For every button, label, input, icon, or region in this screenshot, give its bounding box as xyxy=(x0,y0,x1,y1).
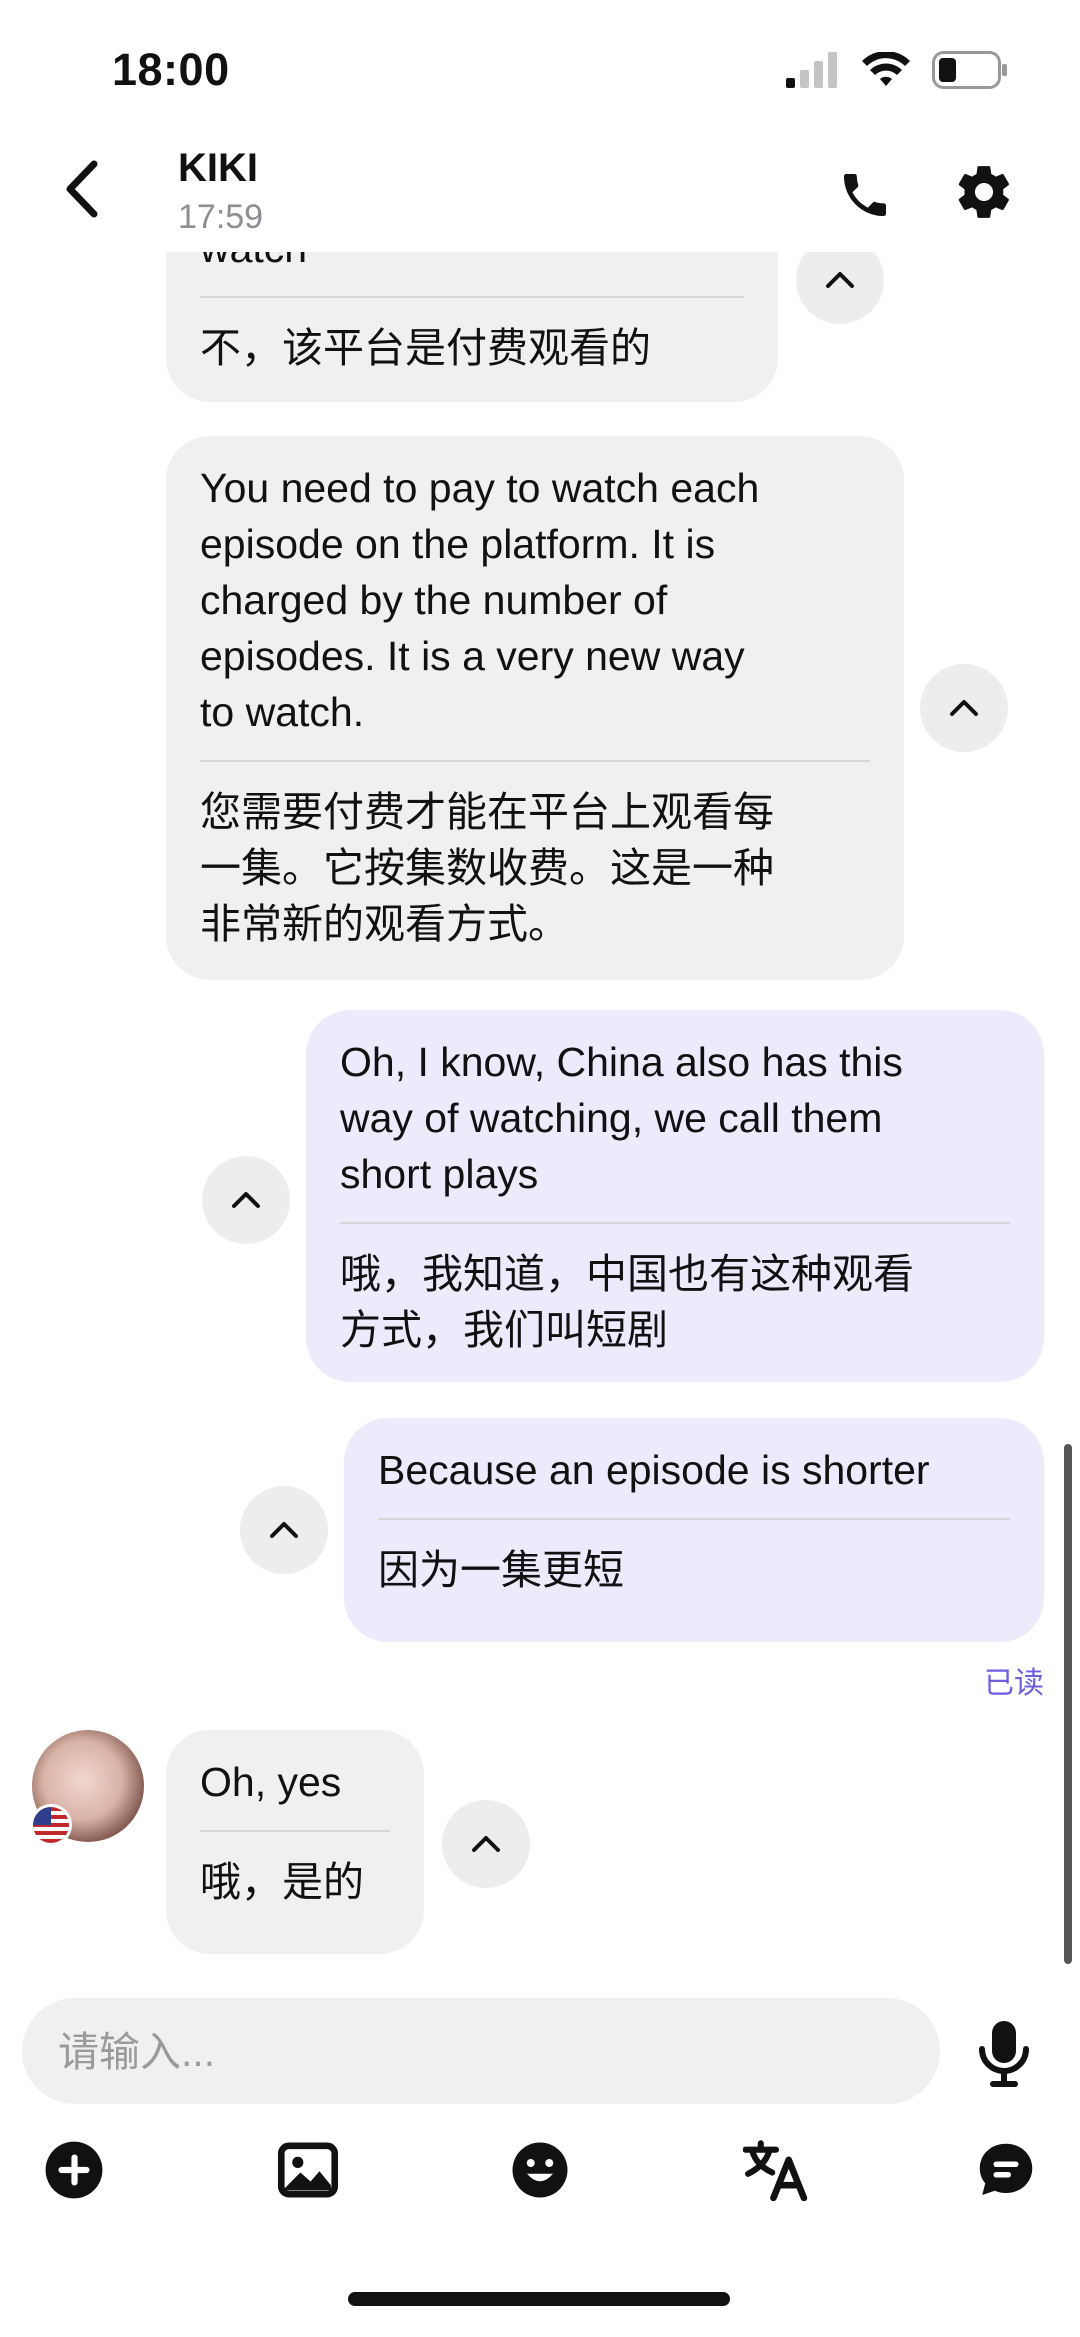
home-indicator[interactable] xyxy=(348,2292,730,2306)
message-bubble-outgoing[interactable]: Oh, I know, China also has this way of w… xyxy=(306,1010,1044,1382)
message-bubble-incoming[interactable]: You need to pay to watch each episode on… xyxy=(166,436,904,980)
emoji-button[interactable] xyxy=(504,2134,576,2206)
chevron-left-icon xyxy=(66,160,98,218)
collapse-translation-button[interactable] xyxy=(920,664,1008,752)
chevron-up-icon xyxy=(950,700,978,716)
message-bubble-incoming[interactable]: Oh, yes 哦，是的 xyxy=(166,1730,424,1954)
collapse-translation-button[interactable] xyxy=(442,1800,530,1888)
image-button[interactable] xyxy=(272,2134,344,2206)
message-original-text: Oh, I know, China also has this way of w… xyxy=(340,1039,903,1197)
chat-icon xyxy=(979,2143,1033,2195)
image-icon xyxy=(277,2142,339,2198)
status-time: 18:00 xyxy=(112,44,230,95)
collapse-translation-button[interactable] xyxy=(240,1486,328,1574)
add-icon xyxy=(45,2141,103,2199)
battery-icon xyxy=(932,51,1007,89)
message-translation-text: 您需要付费才能在平台上观看每 一集。它按集数收费。这是一种 非常新的观看方式。 xyxy=(200,789,774,947)
contact-name[interactable]: KIKI xyxy=(178,146,258,191)
collapse-translation-button[interactable] xyxy=(796,252,884,324)
message-input[interactable] xyxy=(56,1998,900,2106)
message-translation-text: 因为一集更短 xyxy=(378,1547,624,1593)
message-original-text: Oh, yes xyxy=(200,1759,342,1805)
chat-button[interactable] xyxy=(970,2134,1042,2206)
message-translation-text: 哦，我知道，中国也有这种观看 方式，我们叫短剧 xyxy=(340,1251,914,1353)
chevron-up-icon xyxy=(232,1192,260,1208)
chevron-up-icon xyxy=(472,1836,500,1852)
message-translation-text: 不，该平台是付费观看的 xyxy=(200,325,651,371)
voice-button[interactable] xyxy=(972,2018,1036,2090)
translation-divider xyxy=(200,760,870,762)
message-original-text: Because an episode is shorter xyxy=(378,1447,930,1493)
translate-icon xyxy=(743,2140,808,2201)
gear-icon xyxy=(958,166,1010,218)
message-input-container[interactable] xyxy=(22,1998,940,2106)
us-flag-icon xyxy=(30,1804,72,1846)
emoji-icon xyxy=(512,2142,568,2198)
message-list[interactable]: watch 不，该平台是付费观看的 You need to pay to wat… xyxy=(0,252,1080,1982)
translation-divider xyxy=(200,1830,390,1832)
translation-divider xyxy=(340,1222,1010,1224)
status-icons xyxy=(786,48,1008,92)
scrollbar[interactable] xyxy=(1064,1444,1072,1964)
collapse-translation-button[interactable] xyxy=(202,1156,290,1244)
wifi-icon xyxy=(862,52,910,86)
last-seen-time: 17:59 xyxy=(178,198,264,236)
message-original-text: watch xyxy=(200,252,744,276)
translation-divider xyxy=(378,1518,1010,1520)
phone-icon xyxy=(844,174,886,216)
translation-divider xyxy=(200,296,744,298)
chevron-up-icon xyxy=(270,1522,298,1538)
message-bubble-outgoing[interactable]: Because an episode is shorter 因为一集更短 xyxy=(344,1418,1044,1642)
back-button[interactable] xyxy=(52,156,112,222)
translate-button[interactable] xyxy=(740,2134,812,2206)
microphone-icon xyxy=(979,2021,1029,2087)
add-button[interactable] xyxy=(38,2134,110,2206)
call-button[interactable] xyxy=(830,160,900,230)
message-original-text: You need to pay to watch each episode on… xyxy=(200,465,760,735)
message-translation-text: 哦，是的 xyxy=(200,1859,364,1905)
message-bubble-incoming[interactable]: watch 不，该平台是付费观看的 xyxy=(166,252,778,402)
read-receipt: 已读 xyxy=(984,1667,1044,1700)
cellular-signal-icon xyxy=(786,52,837,88)
chevron-up-icon xyxy=(826,272,854,288)
settings-button[interactable] xyxy=(948,156,1020,228)
